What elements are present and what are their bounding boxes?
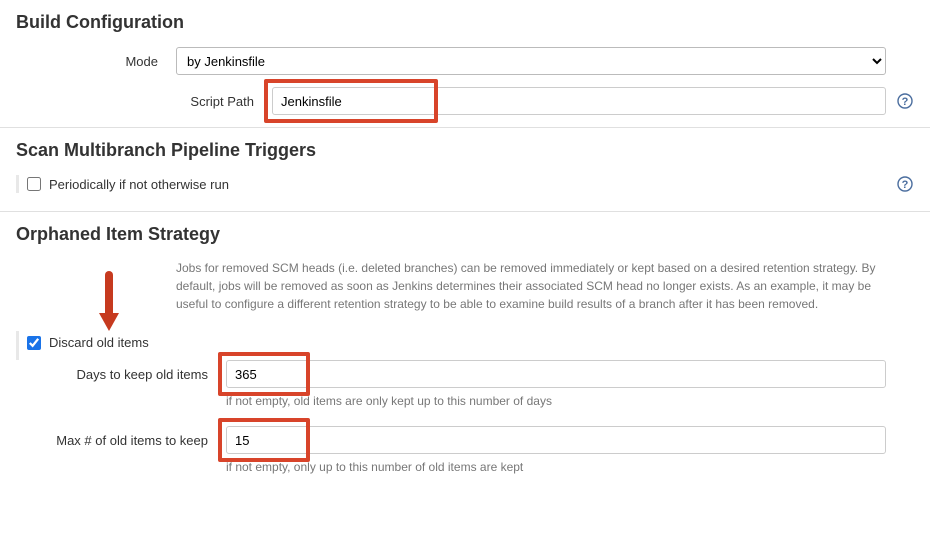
script-path-input[interactable] xyxy=(272,87,886,115)
orphan-description: Jobs for removed SCM heads (i.e. deleted… xyxy=(16,259,914,313)
days-row: Days to keep old items xyxy=(16,360,914,388)
scan-triggers-title: Scan Multibranch Pipeline Triggers xyxy=(16,140,914,161)
help-icon[interactable]: ? xyxy=(896,175,914,193)
build-configuration-title: Build Configuration xyxy=(16,12,914,33)
svg-text:?: ? xyxy=(902,96,909,108)
svg-text:?: ? xyxy=(902,179,909,191)
days-label: Days to keep old items xyxy=(16,367,226,382)
orphaned-item-section: Orphaned Item Strategy Jobs for removed … xyxy=(0,212,930,474)
script-path-row: Script Path ? xyxy=(16,87,914,115)
discard-sub-form: Days to keep old items if not empty, old… xyxy=(16,360,914,474)
script-path-label: Script Path xyxy=(16,94,272,109)
orphaned-item-title: Orphaned Item Strategy xyxy=(16,224,914,245)
periodic-checkbox[interactable] xyxy=(27,177,41,191)
help-icon[interactable]: ? xyxy=(896,92,914,110)
mode-row: Mode by Jenkinsfile xyxy=(16,47,914,75)
discard-label: Discard old items xyxy=(49,335,149,350)
discard-checkbox[interactable] xyxy=(27,336,41,350)
max-label: Max # of old items to keep xyxy=(16,433,226,448)
max-input[interactable] xyxy=(226,426,886,454)
days-hint: if not empty, old items are only kept up… xyxy=(226,394,914,408)
scan-triggers-section: Scan Multibranch Pipeline Triggers Perio… xyxy=(0,128,930,193)
build-configuration-section: Build Configuration Mode by Jenkinsfile … xyxy=(0,0,930,115)
max-hint: if not empty, only up to this number of … xyxy=(226,460,914,474)
discard-row: Discard old items xyxy=(16,331,914,360)
periodic-row: Periodically if not otherwise run ? xyxy=(16,175,914,193)
periodic-label: Periodically if not otherwise run xyxy=(49,177,229,192)
mode-select[interactable]: by Jenkinsfile xyxy=(176,47,886,75)
mode-label: Mode xyxy=(16,54,176,69)
days-input[interactable] xyxy=(226,360,886,388)
max-row: Max # of old items to keep xyxy=(16,426,914,454)
